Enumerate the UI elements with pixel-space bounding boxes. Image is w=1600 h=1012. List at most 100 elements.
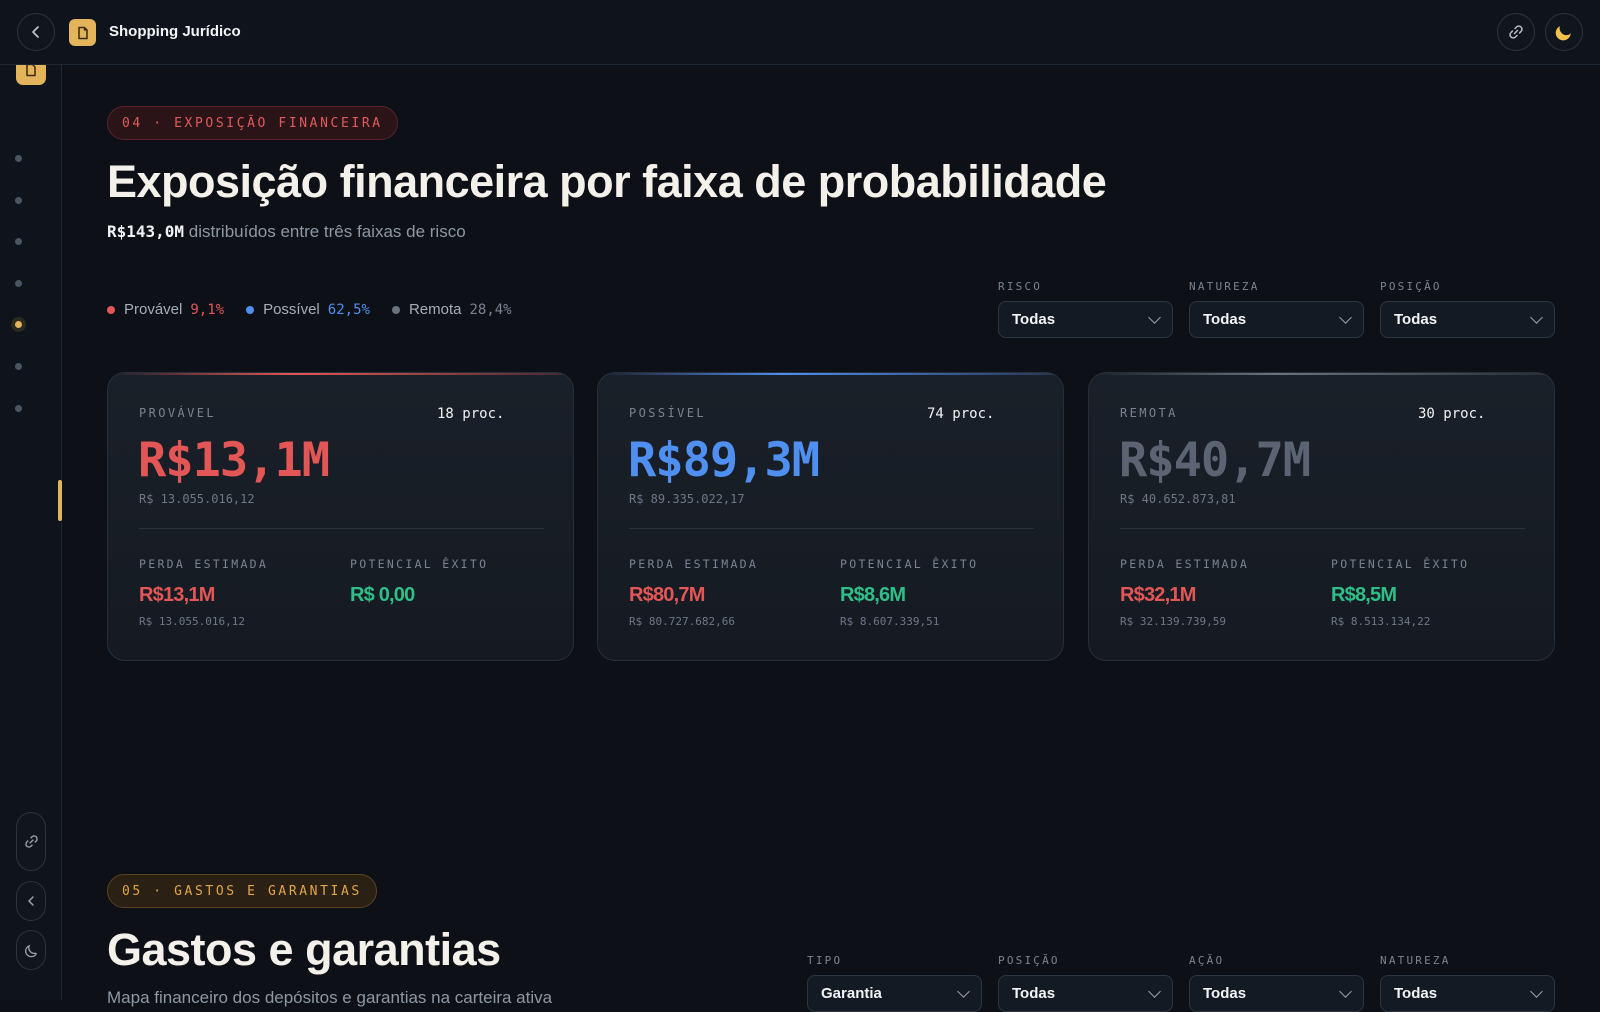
chevron-down-icon: [1148, 984, 1161, 998]
metric-label: PERDA ESTIMADA: [629, 557, 759, 571]
filter-posicao: POSIÇÃO Todas: [998, 954, 1173, 1012]
loss-exact: R$ 32.139.739,59: [1120, 615, 1226, 628]
loss-value: R$13,1M: [139, 584, 215, 606]
chevron-down-icon: [1148, 310, 1161, 324]
sidebar-link-button[interactable]: [16, 812, 46, 871]
filter-tipo: TIPO Garantia: [807, 954, 982, 1012]
card-accent-bar: [1089, 373, 1554, 375]
exposure-exact: R$ 89.335.022,17: [629, 492, 745, 506]
filter-label: TIPO: [807, 954, 843, 967]
risco-select[interactable]: Todas: [998, 301, 1173, 338]
win-value: R$8,5M: [1331, 584, 1397, 606]
loss-value: R$80,7M: [629, 584, 705, 606]
card-label: POSSÍVEL: [629, 406, 706, 420]
loss-exact: R$ 13.055.016,12: [139, 615, 245, 628]
document-icon: [77, 26, 88, 39]
select-value: Todas: [1012, 985, 1056, 1002]
moon-icon: [24, 944, 37, 957]
filter-label: NATUREZA: [1380, 954, 1451, 967]
win-value: R$ 0,00: [350, 584, 415, 606]
filter-label: NATUREZA: [1189, 280, 1260, 293]
natureza-select[interactable]: Todas: [1380, 975, 1555, 1012]
sidebar-nav-dot-active[interactable]: [11, 317, 26, 332]
metric-label: PERDA ESTIMADA: [139, 557, 269, 571]
posicao-select[interactable]: Todas: [1380, 301, 1555, 338]
exposure-value: R$13,1M: [138, 433, 330, 488]
loss-exact: R$ 80.727.682,66: [629, 615, 735, 628]
sidebar-nav-dot[interactable]: [15, 280, 22, 287]
filter-natureza: NATUREZA Todas: [1380, 954, 1555, 1012]
filter-posicao: POSIÇÃO Todas: [1380, 280, 1555, 338]
posicao-select[interactable]: Todas: [998, 975, 1173, 1012]
sidebar-nav-dot[interactable]: [15, 405, 22, 412]
card-provavel[interactable]: PROVÁVEL 18 proc. R$13,1M R$ 13.055.016,…: [107, 372, 574, 661]
scroll-indicator: [58, 480, 62, 521]
legend-item-remota: Remota 28,4%: [391, 301, 512, 318]
success-potential: POTENCIAL ÊXITO R$8,6M R$ 8.607.339,51: [840, 557, 978, 628]
success-potential: POTENCIAL ÊXITO R$8,5M R$ 8.513.134,22: [1331, 557, 1469, 628]
card-accent-bar: [108, 373, 573, 375]
chevron-left-icon: [32, 26, 39, 38]
tipo-select[interactable]: Garantia: [807, 975, 982, 1012]
select-value: Garantia: [821, 985, 882, 1002]
card-accent-bar: [598, 373, 1063, 375]
metric-label: POTENCIAL ÊXITO: [840, 557, 979, 571]
sidebar-nav-dot[interactable]: [15, 197, 22, 204]
metric-label: POTENCIAL ÊXITO: [1331, 557, 1470, 571]
exposure-exact: R$ 13.055.016,12: [139, 492, 255, 506]
chevron-down-icon: [957, 984, 970, 998]
legend-dot: [246, 305, 255, 314]
theme-toggle-button[interactable]: [1545, 13, 1583, 51]
section-badge: 04 · EXPOSIÇÃO FINANCEIRA: [107, 106, 398, 140]
exposure-value: R$89,3M: [628, 433, 820, 488]
sidebar-nav-dot[interactable]: [15, 155, 22, 162]
legend-label: Provável: [124, 301, 183, 318]
exposure-value: R$40,7M: [1119, 433, 1311, 488]
filter-risco: RISCO Todas: [998, 280, 1173, 338]
select-value: Todas: [1203, 985, 1247, 1002]
top-bar: Shopping Jurídico: [0, 0, 1600, 65]
probability-legend: Provável 9,1% Possível 62,5% Remota 28,4…: [107, 301, 534, 318]
document-icon: [26, 63, 36, 77]
win-exact: R$ 8.513.134,22: [1331, 615, 1431, 628]
card-remota[interactable]: REMOTA 30 proc. R$40,7M R$ 40.652.873,81…: [1088, 372, 1555, 661]
legend-item-provavel: Provável 9,1%: [107, 301, 224, 318]
chevron-left-icon: [27, 896, 34, 906]
metric-label: POTENCIAL ÊXITO: [350, 557, 489, 571]
process-count: 18 proc.: [437, 406, 505, 422]
sidebar-nav-dot[interactable]: [15, 238, 22, 245]
process-count: 74 proc.: [927, 406, 995, 422]
filter-natureza: NATUREZA Todas: [1189, 280, 1364, 338]
chevron-down-icon: [1339, 310, 1352, 324]
sidebar: [0, 55, 62, 1000]
link-icon: [24, 835, 38, 848]
win-value: R$8,6M: [840, 584, 906, 606]
select-value: Todas: [1394, 985, 1438, 1002]
natureza-select[interactable]: Todas: [1189, 301, 1364, 338]
sidebar-collapse-button[interactable]: [16, 881, 46, 921]
chevron-down-icon: [1339, 984, 1352, 998]
legend-pct: 28,4%: [469, 301, 512, 318]
back-button[interactable]: [17, 13, 55, 51]
filter-label: POSIÇÃO: [998, 954, 1060, 967]
legend-pct: 9,1%: [190, 301, 225, 318]
moon-icon: [1555, 26, 1571, 41]
sidebar-nav-dot[interactable]: [15, 363, 22, 370]
filter-label: AÇÃO: [1189, 954, 1225, 967]
select-value: Todas: [1394, 311, 1438, 328]
loss-value: R$32,1M: [1120, 584, 1196, 606]
exposure-exact: R$ 40.652.873,81: [1120, 492, 1236, 506]
acao-select[interactable]: Todas: [1189, 975, 1364, 1012]
filter-acao: AÇÃO Todas: [1189, 954, 1364, 1012]
card-possivel[interactable]: POSSÍVEL 74 proc. R$89,3M R$ 89.335.022,…: [597, 372, 1064, 661]
estimated-loss: PERDA ESTIMADA R$80,7M R$ 80.727.682,66: [629, 557, 758, 628]
process-count: 30 proc.: [1418, 406, 1486, 422]
copy-link-button[interactable]: [1497, 13, 1535, 51]
estimated-loss: PERDA ESTIMADA R$13,1M R$ 13.055.016,12: [139, 557, 268, 628]
legend-dot: [391, 305, 400, 314]
select-value: Todas: [1012, 311, 1056, 328]
filter-label: POSIÇÃO: [1380, 280, 1442, 293]
select-value: Todas: [1203, 311, 1247, 328]
sidebar-theme-button[interactable]: [16, 930, 46, 970]
estimated-loss: PERDA ESTIMADA R$32,1M R$ 32.139.739,59: [1120, 557, 1249, 628]
